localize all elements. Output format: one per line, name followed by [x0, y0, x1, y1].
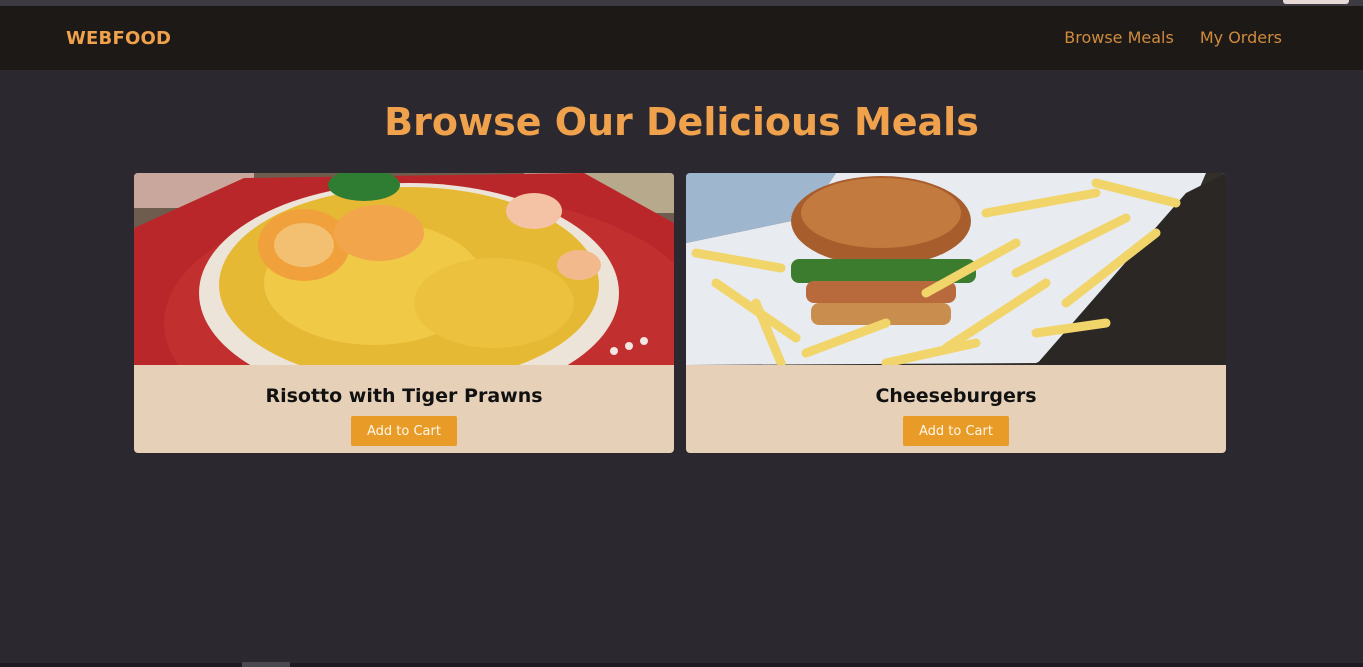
meal-grid: Risotto with Tiger Prawns Add to Cart Ch… — [134, 173, 1226, 453]
nav-links: Browse Meals My Orders — [1064, 28, 1282, 47]
browser-tab-indicator — [1283, 0, 1349, 4]
brand-logo[interactable]: WEBFOOD — [66, 28, 171, 49]
add-to-cart-button[interactable]: Add to Cart — [903, 416, 1009, 446]
taskbar-indicator — [242, 662, 290, 667]
browser-bottom-strip — [0, 662, 1363, 667]
cheeseburger-photo — [686, 173, 1226, 365]
navbar: WEBFOOD Browse Meals My Orders — [0, 6, 1363, 70]
nav-link-browse-meals[interactable]: Browse Meals — [1064, 28, 1174, 47]
meal-card-cheeseburgers: Cheeseburgers Add to Cart — [686, 173, 1226, 453]
add-to-cart-button[interactable]: Add to Cart — [351, 416, 457, 446]
nav-link-my-orders[interactable]: My Orders — [1200, 28, 1282, 47]
meal-card-body: Risotto with Tiger Prawns Add to Cart — [134, 365, 674, 453]
meal-name: Cheeseburgers — [875, 385, 1037, 407]
meal-name: Risotto with Tiger Prawns — [265, 385, 543, 407]
risotto-photo — [134, 173, 674, 365]
page-title: Browse Our Delicious Meals — [384, 100, 979, 144]
meal-card-body: Cheeseburgers Add to Cart — [686, 365, 1226, 453]
meal-card-risotto: Risotto with Tiger Prawns Add to Cart — [134, 173, 674, 453]
